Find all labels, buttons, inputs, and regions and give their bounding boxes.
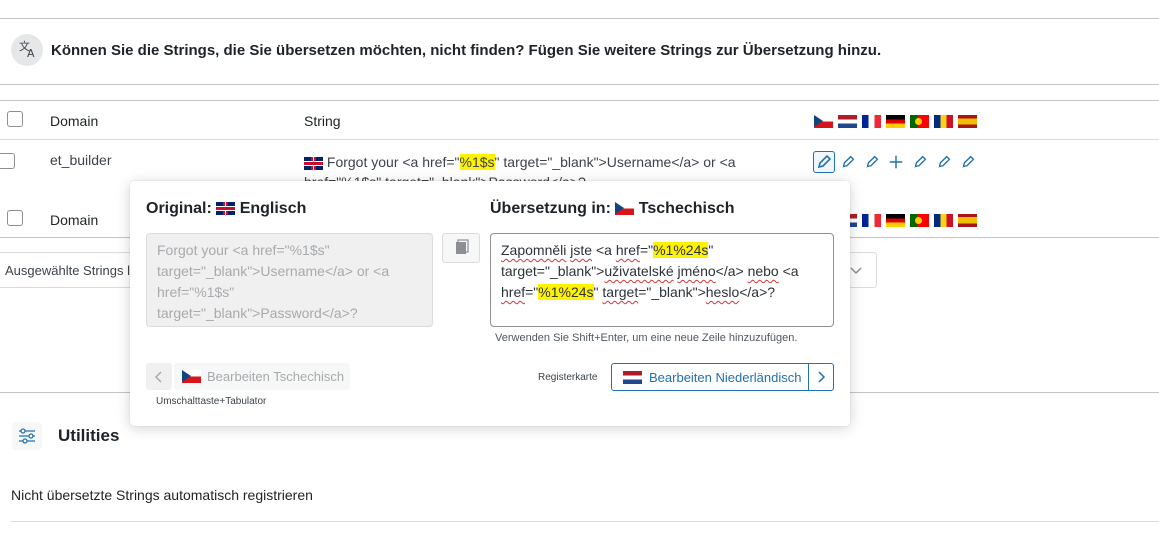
original-textarea: Forgot your <a href="%1$s" target="_blan… bbox=[146, 233, 433, 327]
prev-shortcut-label: Umschalttaste+Tabulator bbox=[156, 396, 267, 407]
flag-de-icon bbox=[886, 115, 905, 129]
utilities-divider bbox=[11, 521, 1159, 522]
bulk-action-select[interactable]: Ausgewählte Strings lö bbox=[0, 252, 140, 288]
translate-icon: 文 A bbox=[11, 34, 43, 66]
row-domain: et_builder bbox=[50, 152, 112, 168]
shift-enter-hint: Verwenden Sie Shift+Enter, um eine neue … bbox=[495, 332, 798, 344]
flag-pt-icon bbox=[910, 214, 929, 228]
sliders-icon bbox=[12, 422, 42, 450]
language-flags-header bbox=[814, 113, 982, 131]
previous-language-button[interactable] bbox=[146, 363, 172, 390]
flag-cz-icon bbox=[615, 202, 635, 216]
notice-divider bbox=[0, 84, 1159, 85]
select-all-checkbox[interactable] bbox=[7, 111, 23, 127]
original-heading: Original: Englisch bbox=[146, 200, 307, 217]
translation-editor-popup: Original: Englisch Forgot your <a href="… bbox=[130, 181, 850, 426]
copy-original-button[interactable] bbox=[442, 233, 480, 263]
flag-nl-icon bbox=[623, 370, 642, 384]
domain-column-header[interactable]: Domain bbox=[50, 113, 98, 129]
chevron-right-icon bbox=[818, 371, 826, 383]
svg-text:A: A bbox=[27, 47, 35, 60]
utilities-title: Utilities bbox=[58, 426, 120, 445]
flag-gb-icon bbox=[304, 156, 323, 170]
edit-pt-pencil-icon[interactable] bbox=[911, 153, 929, 171]
chevron-left-icon bbox=[154, 370, 162, 383]
flag-nl-icon bbox=[838, 115, 857, 129]
edit-nl-pencil-icon[interactable] bbox=[839, 153, 857, 171]
table-top-border bbox=[0, 100, 1159, 101]
next-language-arrow[interactable] bbox=[808, 364, 833, 390]
translation-heading: Übersetzung in: Tschechisch bbox=[490, 200, 735, 217]
auto-register-setting[interactable]: Nicht übersetzte Strings automatisch reg… bbox=[11, 487, 313, 503]
flag-de-icon bbox=[886, 214, 905, 228]
header-divider bbox=[0, 139, 1159, 140]
flag-gb-icon bbox=[216, 202, 236, 216]
copy-icon bbox=[456, 239, 469, 254]
flag-fr-icon bbox=[862, 115, 881, 129]
edit-cz-button[interactable] bbox=[813, 151, 835, 173]
flag-es-icon bbox=[958, 214, 977, 228]
flag-cz-icon bbox=[182, 370, 201, 383]
row-checkbox[interactable] bbox=[0, 153, 15, 169]
domain-column-footer[interactable]: Domain bbox=[50, 212, 98, 228]
next-shortcut-label: Registerkarte bbox=[538, 372, 598, 383]
flag-ro-icon bbox=[934, 115, 953, 129]
pencil-icon bbox=[817, 154, 832, 169]
flag-es-icon bbox=[958, 115, 977, 129]
edit-es-pencil-icon[interactable] bbox=[959, 153, 977, 171]
edit-czech-button[interactable]: Bearbeiten Tschechisch bbox=[174, 363, 350, 390]
flag-cz-icon bbox=[814, 115, 833, 129]
select-all-footer-checkbox[interactable] bbox=[7, 210, 23, 226]
edit-dutch-button[interactable]: Bearbeiten Niederländisch bbox=[611, 363, 834, 391]
flag-pt-icon bbox=[910, 115, 929, 129]
add-de-plus-icon[interactable] bbox=[887, 153, 905, 171]
notice-text: Können Sie die Strings, die Sie übersetz… bbox=[51, 42, 882, 59]
edit-fr-pencil-icon[interactable] bbox=[863, 153, 881, 171]
flag-fr-icon bbox=[862, 214, 881, 228]
string-column-header[interactable]: String bbox=[304, 113, 341, 129]
translation-textarea[interactable]: Zapomněli jste <a href="%1%24s" target="… bbox=[490, 233, 834, 327]
top-divider bbox=[0, 18, 1159, 19]
flag-ro-icon bbox=[934, 214, 953, 228]
edit-ro-pencil-icon[interactable] bbox=[935, 153, 953, 171]
